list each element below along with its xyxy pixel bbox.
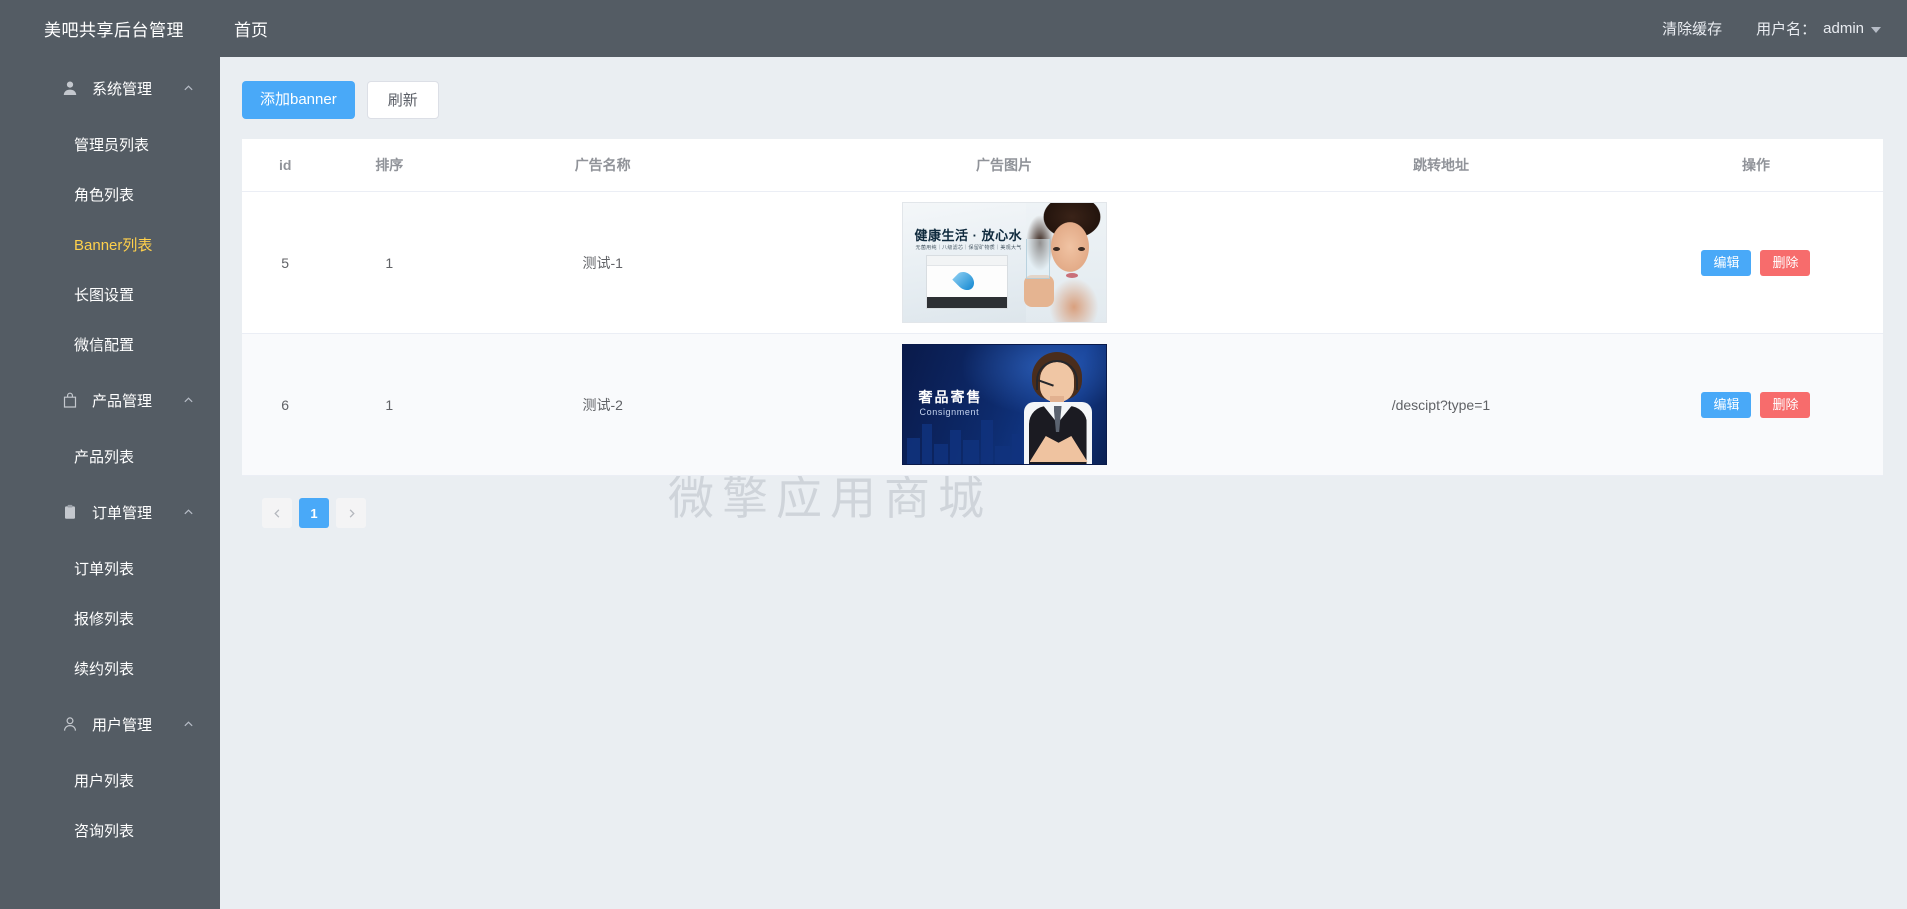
toolbar: 添加banner 刷新	[242, 81, 1883, 119]
clear-cache-button[interactable]: 清除缓存	[1662, 18, 1722, 39]
nav-item-home[interactable]: 首页	[220, 16, 282, 41]
sidebar-item-role-list[interactable]: 角色列表	[0, 169, 220, 219]
sidebar-item-product-list[interactable]: 产品列表	[0, 431, 220, 481]
sidebar-group-product[interactable]: 产品管理	[0, 369, 220, 431]
column-header-name: 广告名称	[450, 139, 756, 192]
body-wrapper: 系统管理 管理员列表 角色列表 Banner列表 长图设置 微信配置 产品管理	[0, 57, 1907, 909]
column-header-url: 跳转地址	[1252, 139, 1629, 192]
sidebar-item-banner-list[interactable]: Banner列表	[0, 219, 220, 269]
row-action-group: 编辑 删除	[1629, 391, 1883, 418]
pagination: 1	[242, 498, 1883, 528]
sidebar-group-system[interactable]: 系统管理	[0, 57, 220, 119]
edit-button[interactable]: 编辑	[1701, 249, 1752, 276]
banner-headline: 健康生活 · 放心水	[914, 228, 1023, 243]
cell-sort: 1	[328, 333, 451, 476]
column-header-sort: 排序	[328, 139, 451, 192]
username-value: admin	[1823, 20, 1864, 37]
banner-subheadline: 无菌用纯｜八级滤芯｜保留矿物质｜美观大气	[915, 245, 1022, 251]
cell-url: /descipt?type=1	[1252, 333, 1629, 476]
sidebar-group-order[interactable]: 订单管理	[0, 481, 220, 543]
chevron-up-icon	[183, 83, 194, 94]
banner-water-glass	[1025, 239, 1050, 279]
header-nav: 首页	[220, 16, 282, 41]
table-row: 6 1 测试-2 奢品寄售 Consignment /descipt?type=…	[242, 333, 1883, 476]
clipboard-icon	[62, 504, 78, 520]
banner-table: id 排序 广告名称 广告图片 跳转地址 操作 5 1 测试-1 健康生活 · …	[242, 139, 1883, 476]
banner-model-lips	[1065, 273, 1078, 278]
cell-sort: 1	[328, 191, 451, 334]
main-content: 微擎应用商城 添加banner 刷新 id 排序 广告名称 广告图片 跳转地址 …	[220, 57, 1907, 909]
banner-table-card: id 排序 广告名称 广告图片 跳转地址 操作 5 1 测试-1 健康生活 · …	[242, 139, 1883, 476]
header-right-group: 清除缓存 用户名： admin	[1662, 18, 1907, 39]
refresh-button[interactable]: 刷新	[366, 81, 439, 119]
sidebar-item-longimage-settings[interactable]: 长图设置	[0, 269, 220, 319]
next-icon	[346, 508, 357, 519]
cell-operations: 编辑 删除	[1628, 191, 1883, 334]
table-row: 5 1 测试-1 健康生活 · 放心水 无菌用纯｜八级滤芯｜保留矿物质｜美观大气…	[242, 191, 1883, 334]
cell-url	[1252, 191, 1629, 334]
banner-operator-photo	[1016, 352, 1102, 464]
cell-image: 奢品寄售 Consignment	[755, 333, 1253, 476]
cell-operations: 编辑 删除	[1628, 333, 1883, 476]
edit-button[interactable]: 编辑	[1701, 391, 1752, 418]
username-label: 用户名：	[1756, 21, 1817, 38]
top-header: 美吧共享后台管理 首页 清除缓存 用户名： admin	[0, 0, 1907, 57]
table-body: 5 1 测试-1 健康生活 · 放心水 无菌用纯｜八级滤芯｜保留矿物质｜美观大气…	[242, 191, 1883, 476]
person-icon	[62, 716, 78, 732]
banner-image-wrapper: 健康生活 · 放心水 无菌用纯｜八级滤芯｜保留矿物质｜美观大气	[755, 202, 1253, 323]
delete-button[interactable]: 删除	[1760, 391, 1811, 418]
cell-id: 5	[242, 191, 329, 334]
sidebar-item-admin-list[interactable]: 管理员列表	[0, 119, 220, 169]
row-action-group: 编辑 删除	[1629, 249, 1883, 276]
delete-button[interactable]: 删除	[1760, 249, 1811, 276]
sidebar-item-order-list[interactable]: 订单列表	[0, 543, 220, 593]
app-root: 美吧共享后台管理 首页 清除缓存 用户名： admin 系统管理 管理员列表 角…	[0, 0, 1907, 909]
chevron-down-icon	[1871, 26, 1881, 33]
column-header-operations: 操作	[1628, 139, 1883, 192]
cell-name: 测试-2	[450, 333, 756, 476]
banner-model-eye-left	[1052, 247, 1060, 251]
cell-name: 测试-1	[450, 191, 756, 334]
user-icon	[62, 80, 78, 96]
chevron-up-icon	[183, 719, 194, 730]
banner-model-hand	[1023, 275, 1054, 307]
banner-model-eye-right	[1077, 247, 1085, 251]
add-banner-button[interactable]: 添加banner	[242, 81, 355, 119]
clear-cache-label: 清除缓存	[1662, 21, 1723, 38]
sidebar: 系统管理 管理员列表 角色列表 Banner列表 长图设置 微信配置 产品管理	[0, 57, 220, 909]
banner-headline: 奢品寄售	[918, 389, 983, 405]
user-menu[interactable]: 用户名： admin	[1756, 18, 1881, 39]
chevron-up-icon	[183, 507, 194, 518]
sidebar-item-consult-list[interactable]: 咨询列表	[0, 805, 220, 855]
sidebar-item-repair-list[interactable]: 报修列表	[0, 593, 220, 643]
banner-image-wrapper: 奢品寄售 Consignment	[755, 344, 1253, 465]
sidebar-item-wechat-config[interactable]: 微信配置	[0, 319, 220, 369]
water-health-banner-image[interactable]: 健康生活 · 放心水 无菌用纯｜八级滤芯｜保留矿物质｜美观大气	[901, 202, 1107, 323]
banner-subheadline: Consignment	[919, 407, 980, 417]
consignment-banner-image[interactable]: 奢品寄售 Consignment	[901, 344, 1107, 465]
table-header-row: id 排序 广告名称 广告图片 跳转地址 操作	[242, 139, 1883, 192]
prev-icon	[272, 508, 283, 519]
bag-icon	[62, 392, 78, 408]
cell-id: 6	[242, 333, 329, 476]
app-brand: 美吧共享后台管理	[44, 21, 184, 40]
column-header-id: id	[242, 139, 329, 192]
sidebar-group-user[interactable]: 用户管理	[0, 693, 220, 755]
sidebar-item-renewal-list[interactable]: 续约列表	[0, 643, 220, 693]
chevron-up-icon	[183, 395, 194, 406]
pagination-next-button[interactable]	[336, 498, 366, 528]
column-header-image: 广告图片	[755, 139, 1253, 192]
cell-image: 健康生活 · 放心水 无菌用纯｜八级滤芯｜保留矿物质｜美观大气	[755, 191, 1253, 334]
table-head: id 排序 广告名称 广告图片 跳转地址 操作	[242, 139, 1883, 192]
sidebar-item-user-list[interactable]: 用户列表	[0, 755, 220, 805]
pagination-prev-button[interactable]	[262, 498, 292, 528]
pagination-page-1[interactable]: 1	[299, 498, 329, 528]
